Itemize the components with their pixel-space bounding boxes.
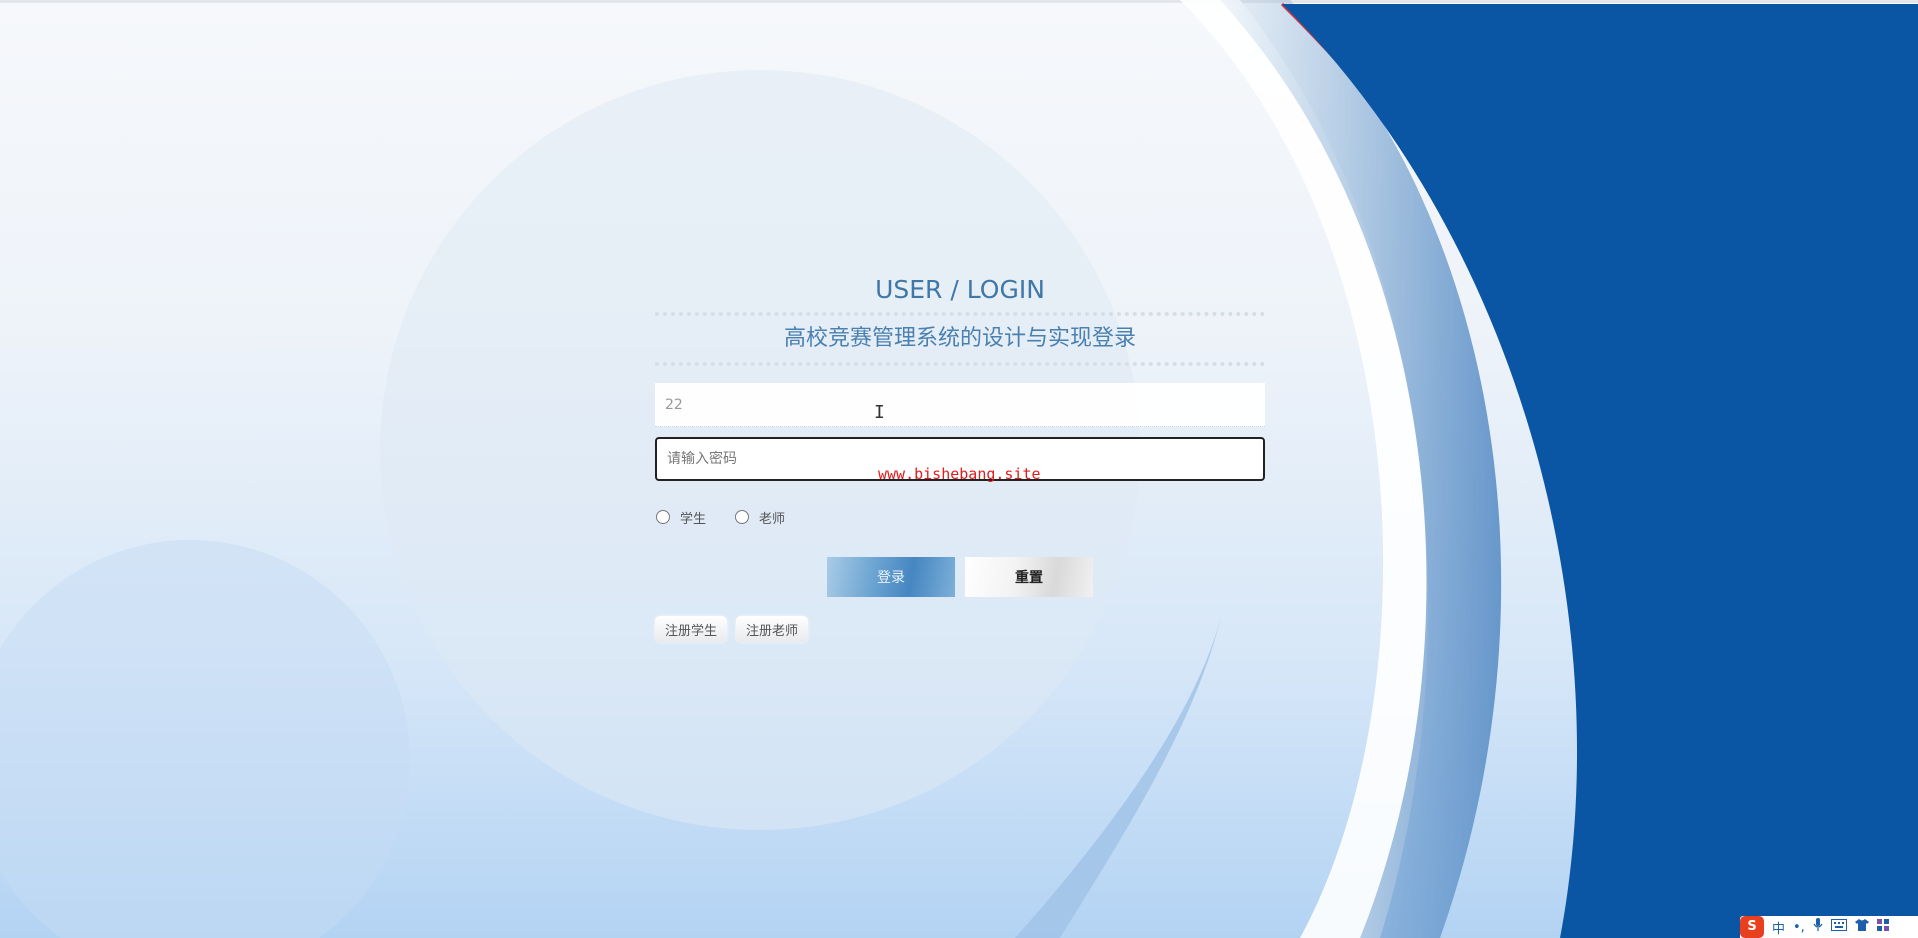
- username-input[interactable]: [655, 383, 1265, 427]
- role-student-label: 学生: [680, 511, 707, 527]
- login-button[interactable]: 登录: [827, 557, 955, 597]
- keyboard-icon[interactable]: [1830, 919, 1847, 935]
- login-title: USER / LOGIN: [875, 275, 1045, 304]
- reset-button[interactable]: 重置: [965, 557, 1093, 597]
- role-teacher[interactable]: 老师: [734, 508, 785, 527]
- role-student[interactable]: 学生: [655, 508, 706, 527]
- ime-toolbar: S 中 •,: [1740, 916, 1918, 938]
- radio-icon[interactable]: [735, 510, 750, 524]
- watermark-text: www.bishebang.site: [878, 465, 1041, 483]
- shirt-icon[interactable]: [1854, 919, 1869, 935]
- login-page: USER / LOGIN 高校竞赛管理系统的设计与实现登录 www.bisheb…: [0, 0, 1918, 938]
- role-teacher-label: 老师: [759, 511, 786, 527]
- register-teacher-button[interactable]: 注册老师: [736, 616, 809, 642]
- system-title: 高校竞赛管理系统的设计与实现登录: [783, 326, 1136, 351]
- login-form: USER / LOGIN 高校竞赛管理系统的设计与实现登录 www.bisheb…: [655, 265, 1265, 642]
- radio-icon[interactable]: [656, 510, 670, 524]
- text-cursor-icon: I: [874, 402, 885, 423]
- sogou-logo-icon[interactable]: S: [1740, 916, 1764, 938]
- action-buttons: 登录 重置: [655, 557, 1265, 597]
- ime-punctuation-toggle[interactable]: •,: [1793, 920, 1805, 935]
- divider-bottom: [655, 362, 1265, 366]
- mic-icon[interactable]: [1813, 918, 1823, 936]
- register-links: 注册学生 注册老师: [655, 616, 1265, 642]
- register-student-button[interactable]: 注册学生: [655, 616, 728, 642]
- ime-language-toggle[interactable]: 中: [1772, 918, 1785, 937]
- role-radio-group: 学生 老师: [655, 507, 1265, 527]
- grid-icon[interactable]: [1876, 919, 1889, 935]
